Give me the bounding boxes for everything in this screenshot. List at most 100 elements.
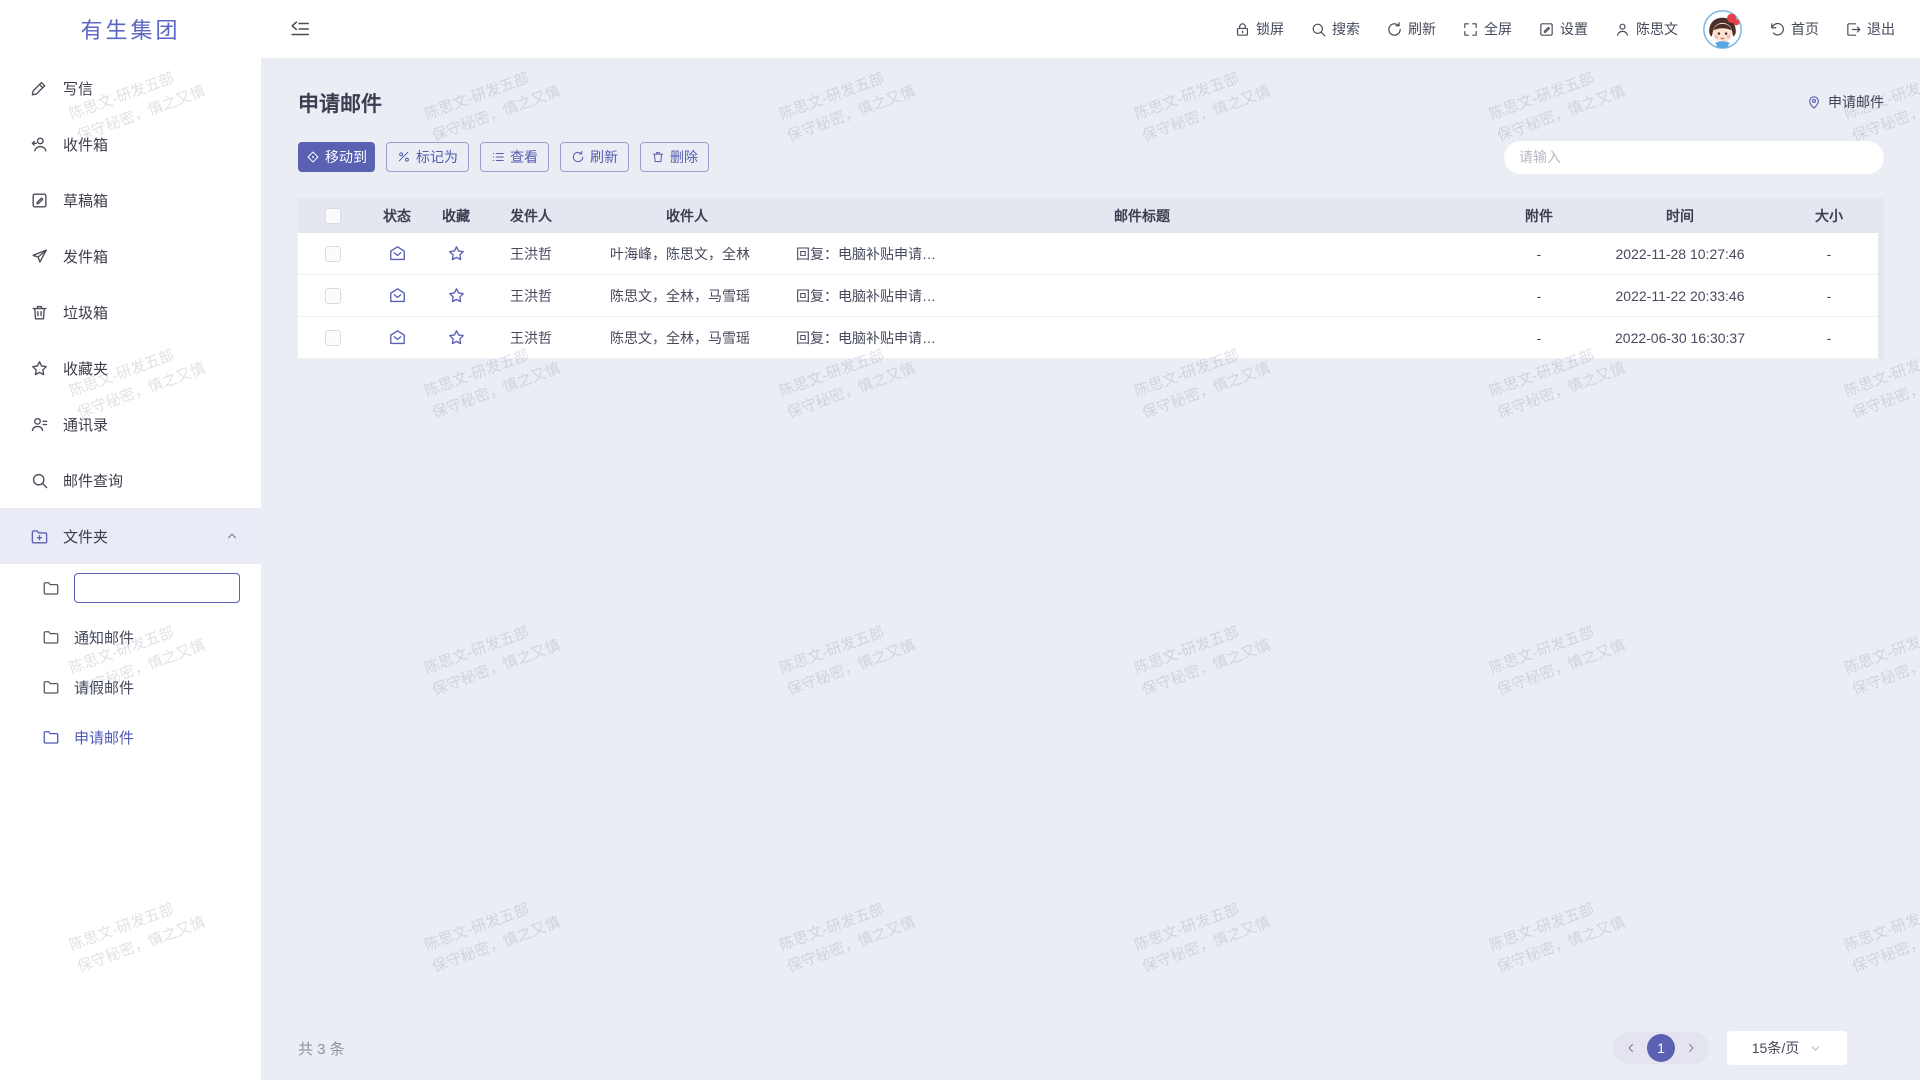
- star-icon[interactable]: [447, 328, 466, 347]
- sidebar-item-mail-search[interactable]: 邮件查询: [0, 452, 261, 508]
- mail-open-icon[interactable]: [388, 328, 407, 347]
- sidebar-item-sent[interactable]: 发件箱: [0, 228, 261, 284]
- table-row[interactable]: 王洪哲 陈思文，全林，马雪瑶 回复：电脑补贴申请… - 2022-06-30 1…: [298, 317, 1884, 359]
- sidebar-item-favorites[interactable]: 收藏夹: [0, 340, 261, 396]
- sidebar-item-label: 写信: [63, 78, 93, 99]
- folder-item-apply[interactable]: 申请邮件: [0, 712, 261, 762]
- search-icon: [1310, 21, 1327, 38]
- button-label: 移动到: [325, 147, 367, 167]
- sidebar-item-compose[interactable]: 写信: [0, 60, 261, 116]
- cell-time: 2022-06-30 16:30:37: [1615, 330, 1745, 346]
- chevron-up-icon[interactable]: [225, 529, 239, 543]
- folder-tree: 通知邮件 请假邮件 申请邮件: [0, 564, 261, 762]
- main-content: 申请邮件 申请邮件 移动到 标记为 查看 刷新 删除: [261, 58, 1920, 1080]
- folder-icon: [42, 728, 60, 746]
- sidebar-item-inbox[interactable]: 收件箱: [0, 116, 261, 172]
- refresh-list-button[interactable]: 刷新: [560, 142, 629, 172]
- button-label: 刷新: [590, 147, 618, 167]
- contacts-icon: [30, 415, 49, 434]
- action-label: 刷新: [1408, 19, 1436, 39]
- page-size-select[interactable]: 15条/页: [1727, 1031, 1847, 1065]
- cell-recipients: 叶海峰，陈思文，全林: [582, 244, 792, 264]
- mail-open-icon[interactable]: [388, 286, 407, 305]
- refresh-button[interactable]: 刷新: [1386, 19, 1436, 39]
- mail-open-icon[interactable]: [388, 244, 407, 263]
- cell-subject: 回复：电脑补贴申请…: [792, 286, 1492, 306]
- col-header-recipients: 收件人: [666, 206, 708, 226]
- new-folder-row: [0, 564, 261, 612]
- prev-page-icon[interactable]: [1625, 1042, 1637, 1054]
- action-label: 全屏: [1484, 19, 1512, 39]
- col-header-sender: 发件人: [486, 206, 582, 226]
- sidebar-item-label: 通讯录: [63, 414, 108, 435]
- cell-time: 2022-11-28 10:27:46: [1616, 246, 1745, 262]
- view-button[interactable]: 查看: [480, 142, 549, 172]
- cell-size: -: [1827, 288, 1832, 304]
- col-header-favorite: 收藏: [442, 206, 470, 226]
- cell-recipients: 陈思文，全林，马雪瑶: [582, 286, 792, 306]
- col-header-time: 时间: [1666, 206, 1694, 226]
- mail-search-input[interactable]: [1519, 149, 1869, 165]
- folder-item-leave[interactable]: 请假邮件: [0, 662, 261, 712]
- page-number[interactable]: 1: [1647, 1034, 1675, 1062]
- mail-toolbar: 移动到 标记为 查看 刷新 删除: [298, 141, 1884, 173]
- row-checkbox[interactable]: [325, 330, 341, 346]
- logout-button[interactable]: 退出: [1845, 19, 1895, 39]
- tags-icon: [397, 150, 411, 164]
- logout-icon: [1845, 21, 1862, 38]
- row-checkbox[interactable]: [325, 246, 341, 262]
- star-icon[interactable]: [447, 286, 466, 305]
- folder-plus-icon: [30, 527, 49, 546]
- undo-home-icon: [1769, 21, 1786, 38]
- current-user-button[interactable]: 陈思文: [1614, 19, 1678, 39]
- list-icon: [491, 150, 505, 164]
- inbox-person-icon: [30, 135, 49, 154]
- mail-table: 状态 收藏 发件人 收件人 邮件标题 附件 时间 大小 王洪哲 叶海峰，陈思文，…: [298, 198, 1884, 359]
- action-label: 设置: [1560, 19, 1588, 39]
- sidebar-item-folders[interactable]: 文件夹: [0, 508, 261, 564]
- action-label: 首页: [1791, 19, 1819, 39]
- mark-as-button[interactable]: 标记为: [386, 142, 469, 172]
- cell-sender: 王洪哲: [486, 328, 582, 348]
- refresh-icon: [1386, 21, 1403, 38]
- topbar-actions: 锁屏 搜索 刷新 全屏 设置 陈思文: [1208, 9, 1920, 50]
- fullscreen-button[interactable]: 全屏: [1462, 19, 1512, 39]
- sidebar-item-label: 收件箱: [63, 134, 108, 155]
- sidebar: 有生集团 写信 收件箱 草稿箱 发件箱 垃圾箱 收藏夹 通讯录: [0, 0, 261, 1080]
- settings-button[interactable]: 设置: [1538, 19, 1588, 39]
- total-count: 共 3 条: [298, 1038, 345, 1059]
- menu-fold-icon[interactable]: [289, 18, 311, 40]
- folder-item-notice[interactable]: 通知邮件: [0, 612, 261, 662]
- user-icon: [1614, 21, 1631, 38]
- fullscreen-icon: [1462, 21, 1479, 38]
- action-label: 锁屏: [1256, 19, 1284, 39]
- col-header-subject: 邮件标题: [1114, 206, 1170, 226]
- delete-button[interactable]: 删除: [640, 142, 709, 172]
- sidebar-item-contacts[interactable]: 通讯录: [0, 396, 261, 452]
- cell-attachment: -: [1537, 246, 1542, 262]
- search-button[interactable]: 搜索: [1310, 19, 1360, 39]
- select-all-checkbox[interactable]: [325, 208, 341, 224]
- table-row[interactable]: 王洪哲 陈思文，全林，马雪瑶 回复：电脑补贴申请… - 2022-11-22 2…: [298, 275, 1884, 317]
- table-row[interactable]: 王洪哲 叶海峰，陈思文，全林 回复：电脑补贴申请… - 2022-11-28 1…: [298, 233, 1884, 275]
- move-to-button[interactable]: 移动到: [298, 142, 375, 172]
- table-header-row: 状态 收藏 发件人 收件人 邮件标题 附件 时间 大小: [298, 198, 1884, 233]
- action-label: 退出: [1867, 19, 1895, 39]
- refresh-icon: [571, 150, 585, 164]
- folder-icon: [42, 579, 60, 597]
- next-page-icon[interactable]: [1685, 1042, 1697, 1054]
- lock-screen-button[interactable]: 锁屏: [1234, 19, 1284, 39]
- avatar[interactable]: [1702, 9, 1743, 50]
- home-button[interactable]: 首页: [1769, 19, 1819, 39]
- settings-edit-icon: [1538, 21, 1555, 38]
- page-title: 申请邮件: [298, 88, 382, 118]
- cell-recipients: 陈思文，全林，马雪瑶: [582, 328, 792, 348]
- cell-subject: 回复：电脑补贴申请…: [792, 328, 1492, 348]
- sidebar-item-label: 收藏夹: [63, 358, 108, 379]
- folder-label: 申请邮件: [74, 727, 134, 748]
- row-checkbox[interactable]: [325, 288, 341, 304]
- sidebar-item-drafts[interactable]: 草稿箱: [0, 172, 261, 228]
- sidebar-item-trash[interactable]: 垃圾箱: [0, 284, 261, 340]
- new-folder-input[interactable]: [74, 573, 240, 603]
- star-icon[interactable]: [447, 244, 466, 263]
